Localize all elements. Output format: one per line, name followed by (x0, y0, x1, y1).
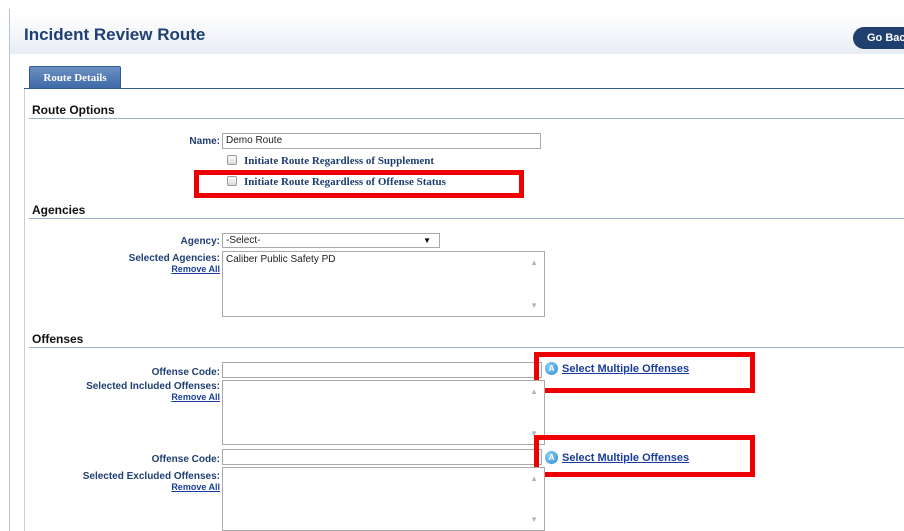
initiate-supplement-label: Initiate Route Regardless of Supplement (244, 155, 435, 167)
selected-agencies-list[interactable]: Caliber Public Safety PD ▲ ▼ (222, 251, 545, 317)
agencies-remove-all-link[interactable]: Remove All (150, 264, 220, 274)
section-divider (29, 118, 904, 119)
section-divider (29, 218, 904, 219)
included-offense-code-label: Offense Code: (151, 367, 220, 378)
initiate-supplement-checkbox[interactable] (227, 155, 237, 165)
section-title-agencies: Agencies (32, 203, 86, 217)
section-title-offenses: Offenses (32, 332, 84, 346)
highlight-offense-status (194, 170, 524, 198)
tab-route-details[interactable]: Route Details (29, 66, 121, 88)
scroll-up-icon[interactable]: ▲ (530, 258, 538, 267)
page-title: Incident Review Route (24, 25, 206, 44)
agency-select-value: -Select- (226, 235, 261, 246)
name-label: Name: (189, 136, 220, 147)
selected-agencies-label: Selected Agencies: (128, 253, 220, 264)
section-divider (29, 347, 904, 348)
section-title-route-options: Route Options (32, 103, 115, 117)
selected-included-label: Selected Included Offenses: (86, 381, 220, 392)
included-remove-all-link[interactable]: Remove All (150, 392, 220, 402)
highlight-included-multi (534, 352, 755, 393)
list-item[interactable]: Caliber Public Safety PD (226, 254, 541, 265)
selected-excluded-label: Selected Excluded Offenses: (82, 471, 220, 482)
excluded-remove-all-link[interactable]: Remove All (150, 482, 220, 492)
included-offense-code-field[interactable] (222, 362, 542, 378)
agency-select[interactable]: -Select- ▼ (222, 233, 440, 248)
excluded-offense-code-field[interactable] (222, 449, 542, 465)
scroll-down-icon[interactable]: ▼ (530, 301, 538, 310)
chevron-down-icon: ▼ (423, 236, 431, 245)
selected-included-list[interactable]: ▲ ▼ (222, 380, 545, 445)
scroll-down-icon[interactable]: ▼ (530, 515, 538, 524)
scroll-up-icon[interactable]: ▲ (530, 474, 538, 483)
go-back-button[interactable]: Go Back (853, 27, 904, 49)
scroll-up-icon[interactable]: ▲ (530, 387, 538, 396)
selected-excluded-list[interactable]: ▲ ▼ (222, 467, 545, 531)
highlight-excluded-multi (534, 435, 755, 477)
name-field[interactable]: Demo Route (222, 133, 541, 149)
agency-label: Agency: (180, 236, 220, 247)
excluded-offense-code-label: Offense Code: (151, 454, 220, 465)
